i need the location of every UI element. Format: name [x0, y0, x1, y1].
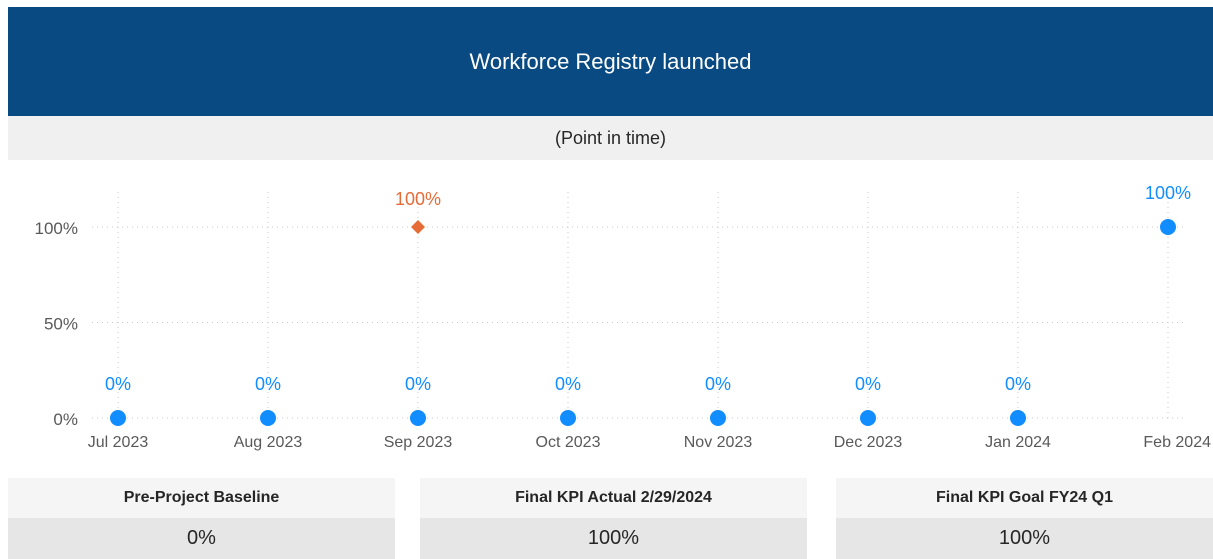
data-label: 0% — [1005, 374, 1031, 394]
y-tick-label: 0% — [53, 410, 78, 429]
y-tick-label: 100% — [35, 219, 78, 238]
x-tick-label: Sep 2023 — [384, 434, 453, 451]
x-tick-label: Oct 2023 — [536, 434, 601, 451]
data-point — [1160, 219, 1176, 235]
x-tick-label: Dec 2023 — [834, 434, 903, 451]
kpi-label: Final KPI Actual 2/29/2024 — [420, 478, 807, 518]
header-title: Workforce Registry launched — [469, 48, 752, 74]
kpi-value: 100% — [420, 518, 807, 559]
x-tick-label: Nov 2023 — [684, 434, 753, 451]
kpi-value: 100% — [836, 518, 1213, 559]
y-tick-label: 50% — [44, 315, 78, 334]
kpi-card-goal: Final KPI Goal FY24 Q1 100% — [836, 478, 1213, 559]
data-point — [260, 410, 276, 426]
data-point-diamond — [411, 220, 425, 234]
data-point — [410, 410, 426, 426]
data-point — [860, 410, 876, 426]
data-point — [110, 410, 126, 426]
data-point — [1010, 410, 1026, 426]
x-tick-label: Jul 2023 — [88, 434, 149, 451]
header-banner: Workforce Registry launched — [8, 7, 1213, 116]
kpi-label: Final KPI Goal FY24 Q1 — [836, 478, 1213, 518]
x-tick-label: Feb 2024 — [1143, 434, 1211, 451]
kpi-value: 0% — [8, 518, 395, 559]
data-label: 100% — [1145, 183, 1191, 203]
data-label: 0% — [705, 374, 731, 394]
data-point — [560, 410, 576, 426]
data-label: 0% — [405, 374, 431, 394]
subheader-text: (Point in time) — [554, 127, 667, 148]
data-label: 0% — [855, 374, 881, 394]
data-label: 0% — [555, 374, 581, 394]
data-label: 0% — [255, 374, 281, 394]
kpi-label: Pre-Project Baseline — [8, 478, 395, 518]
x-tick-label: Aug 2023 — [234, 434, 303, 451]
subheader-banner: (Point in time) — [8, 116, 1213, 160]
kpi-card-baseline: Pre-Project Baseline 0% — [8, 478, 395, 559]
x-tick-label: Jan 2024 — [985, 434, 1051, 451]
kpi-card-actual: Final KPI Actual 2/29/2024 100% — [420, 478, 807, 559]
data-point — [710, 410, 726, 426]
scatter-chart: 0% 50% 100% Jul 2023 Aug 2023 Sep 2023 Oct 202… — [35, 183, 1212, 451]
data-label: 100% — [395, 189, 441, 209]
data-label: 0% — [105, 374, 131, 394]
